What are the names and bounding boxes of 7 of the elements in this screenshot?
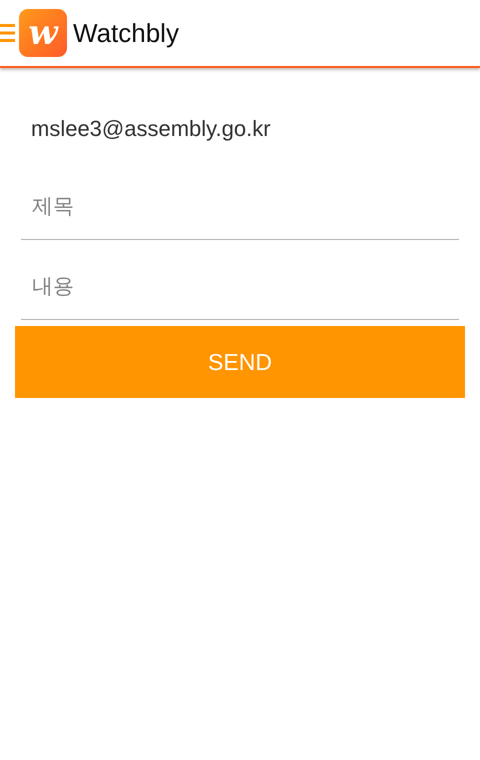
menu-icon[interactable] [0, 22, 15, 44]
app-title: Watchbly [73, 18, 179, 48]
sender-email: mslee3@assembly.go.kr [31, 116, 272, 142]
text-field[interactable]: 제목 [21, 160, 459, 240]
app-logo: w [19, 9, 67, 57]
send-button[interactable]: SEND [15, 326, 465, 398]
text-field[interactable]: 내용 [21, 240, 459, 320]
